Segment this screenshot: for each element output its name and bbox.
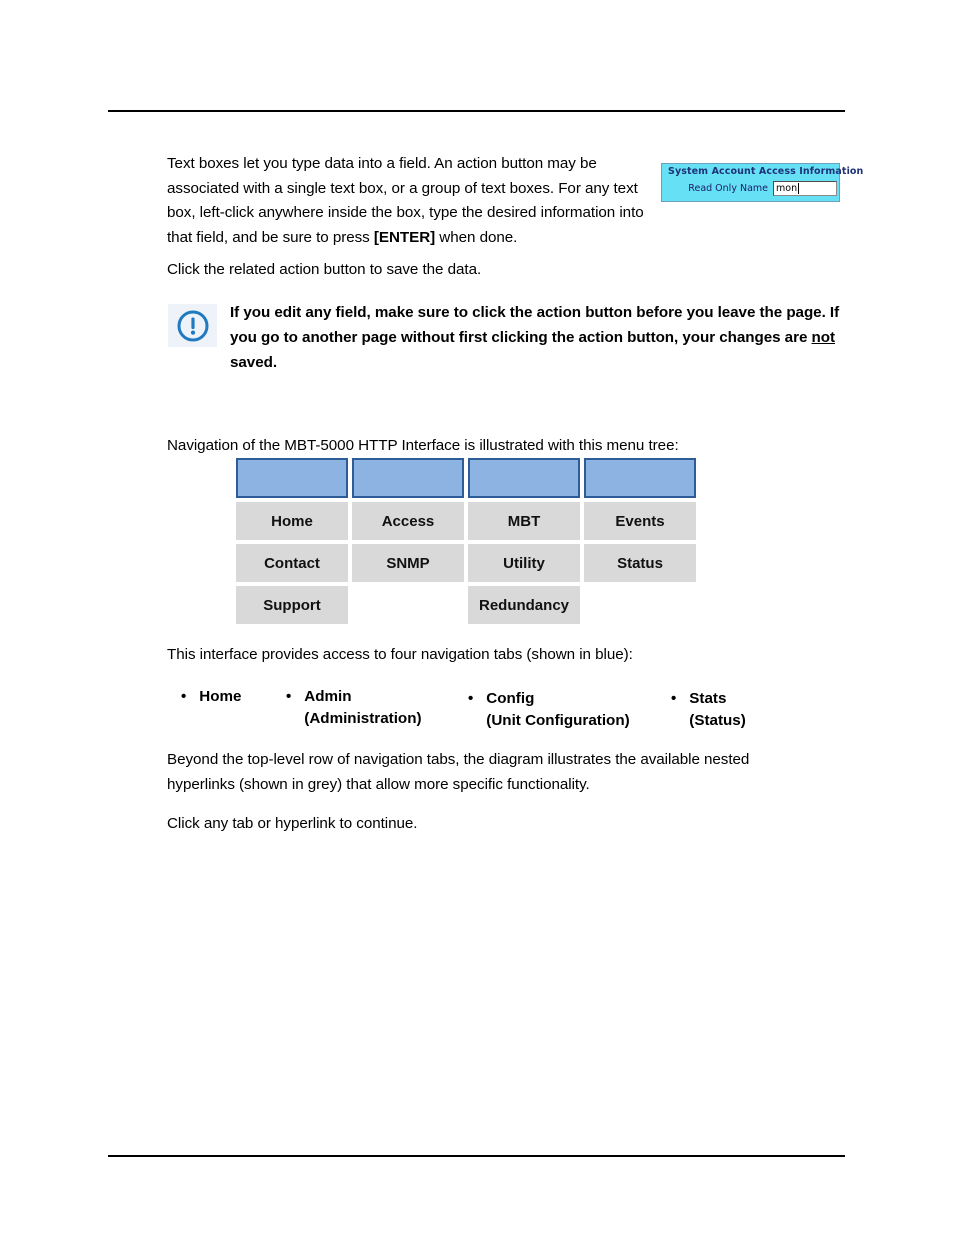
system-account-access-widget: System Account Access Information Read O… <box>661 163 863 202</box>
bullet-labels: Admin (Administration) <box>304 686 421 730</box>
navigation-tabs-bullet-list: • Home • Admin (Administration) • Config… <box>167 684 847 734</box>
bullet-dot-icon: • <box>468 690 474 707</box>
bullet-sub: (Administration) <box>304 710 422 727</box>
menu-cell-empty-1 <box>352 586 464 624</box>
menu-tree-row-3: Support Redundancy <box>236 586 698 624</box>
menu-tree-row-2: Contact SNMP Utility Status <box>236 544 698 582</box>
bullet-dot-icon: • <box>671 690 677 707</box>
menu-link-contact[interactable]: Contact <box>236 544 348 582</box>
bullet-labels: Stats (Status) <box>689 688 746 732</box>
menu-link-redundancy[interactable]: Redundancy <box>468 586 580 624</box>
menu-tab-admin[interactable] <box>352 458 464 498</box>
menu-cell-empty-2 <box>584 586 696 624</box>
nav-intro-paragraph: Navigation of the MBT-5000 HTTP Interfac… <box>167 437 679 454</box>
text-caret <box>798 183 799 194</box>
menu-tree-row-1: Home Access MBT Events <box>236 502 698 540</box>
bullet-labels: Config (Unit Configuration) <box>486 688 629 732</box>
beyond-paragraph: Beyond the top-level row of navigation t… <box>167 751 750 793</box>
widget-field-row: Read Only Name mon <box>662 181 841 196</box>
menu-link-support[interactable]: Support <box>236 586 348 624</box>
menu-link-utility[interactable]: Utility <box>468 544 580 582</box>
bullet-name: Stats <box>689 690 727 707</box>
intro-paragraph: Text boxes let you type data into a fiel… <box>167 152 649 250</box>
menu-link-status[interactable]: Status <box>584 544 696 582</box>
menu-link-access[interactable]: Access <box>352 502 464 540</box>
widget-title: System Account Access Information <box>668 166 864 177</box>
tabs-intro-paragraph: This interface provides access to four n… <box>167 646 633 663</box>
menu-link-mbt[interactable]: MBT <box>468 502 580 540</box>
note-line-2-tail: saved. <box>230 354 277 371</box>
list-item: • Config (Unit Configuration) <box>468 688 630 732</box>
note-emphasis: not <box>811 329 836 346</box>
bullet-dot-icon: • <box>286 688 292 705</box>
document-page: Text boxes let you type data into a fiel… <box>0 0 954 1235</box>
menu-tree-tabs-row <box>236 458 698 498</box>
click-any-paragraph: Click any tab or hyperlink to continue. <box>167 815 418 832</box>
read-only-name-value: mon <box>776 183 798 194</box>
list-item: • Home <box>181 686 241 708</box>
bullet-sub: (Status) <box>689 712 746 729</box>
bullet-name: Admin <box>304 688 352 705</box>
menu-tab-stats[interactable] <box>584 458 696 498</box>
intro-paragraph-tail: when done. <box>435 228 518 246</box>
menu-tab-config[interactable] <box>468 458 580 498</box>
footer-rule <box>108 1155 845 1157</box>
enter-key-emphasis: [ENTER] <box>373 228 436 246</box>
menu-link-events[interactable]: Events <box>584 502 696 540</box>
bullet-labels: Home <box>199 686 241 708</box>
list-item: • Admin (Administration) <box>286 686 422 730</box>
exclamation-circle-icon <box>168 304 217 347</box>
bullet-name: Home <box>199 688 242 705</box>
menu-tab-home[interactable] <box>236 458 348 498</box>
bullet-sub: (Unit Configuration) <box>486 712 630 729</box>
header-rule <box>108 110 845 112</box>
menu-link-home[interactable]: Home <box>236 502 348 540</box>
save-data-paragraph: Click the related action button to save … <box>167 261 482 278</box>
menu-link-snmp[interactable]: SNMP <box>352 544 464 582</box>
note-line-1: If you edit any field, make sure to clic… <box>230 304 826 321</box>
menu-tree-diagram: Home Access MBT Events Contact SNMP Util… <box>236 458 698 628</box>
bullet-name: Config <box>486 690 535 707</box>
read-only-name-input[interactable]: mon <box>773 181 837 196</box>
bullet-dot-icon: • <box>181 688 187 705</box>
list-item: • Stats (Status) <box>671 688 746 732</box>
note-text: If you edit any field, make sure to clic… <box>230 300 846 375</box>
read-only-name-label: Read Only Name <box>688 183 768 194</box>
